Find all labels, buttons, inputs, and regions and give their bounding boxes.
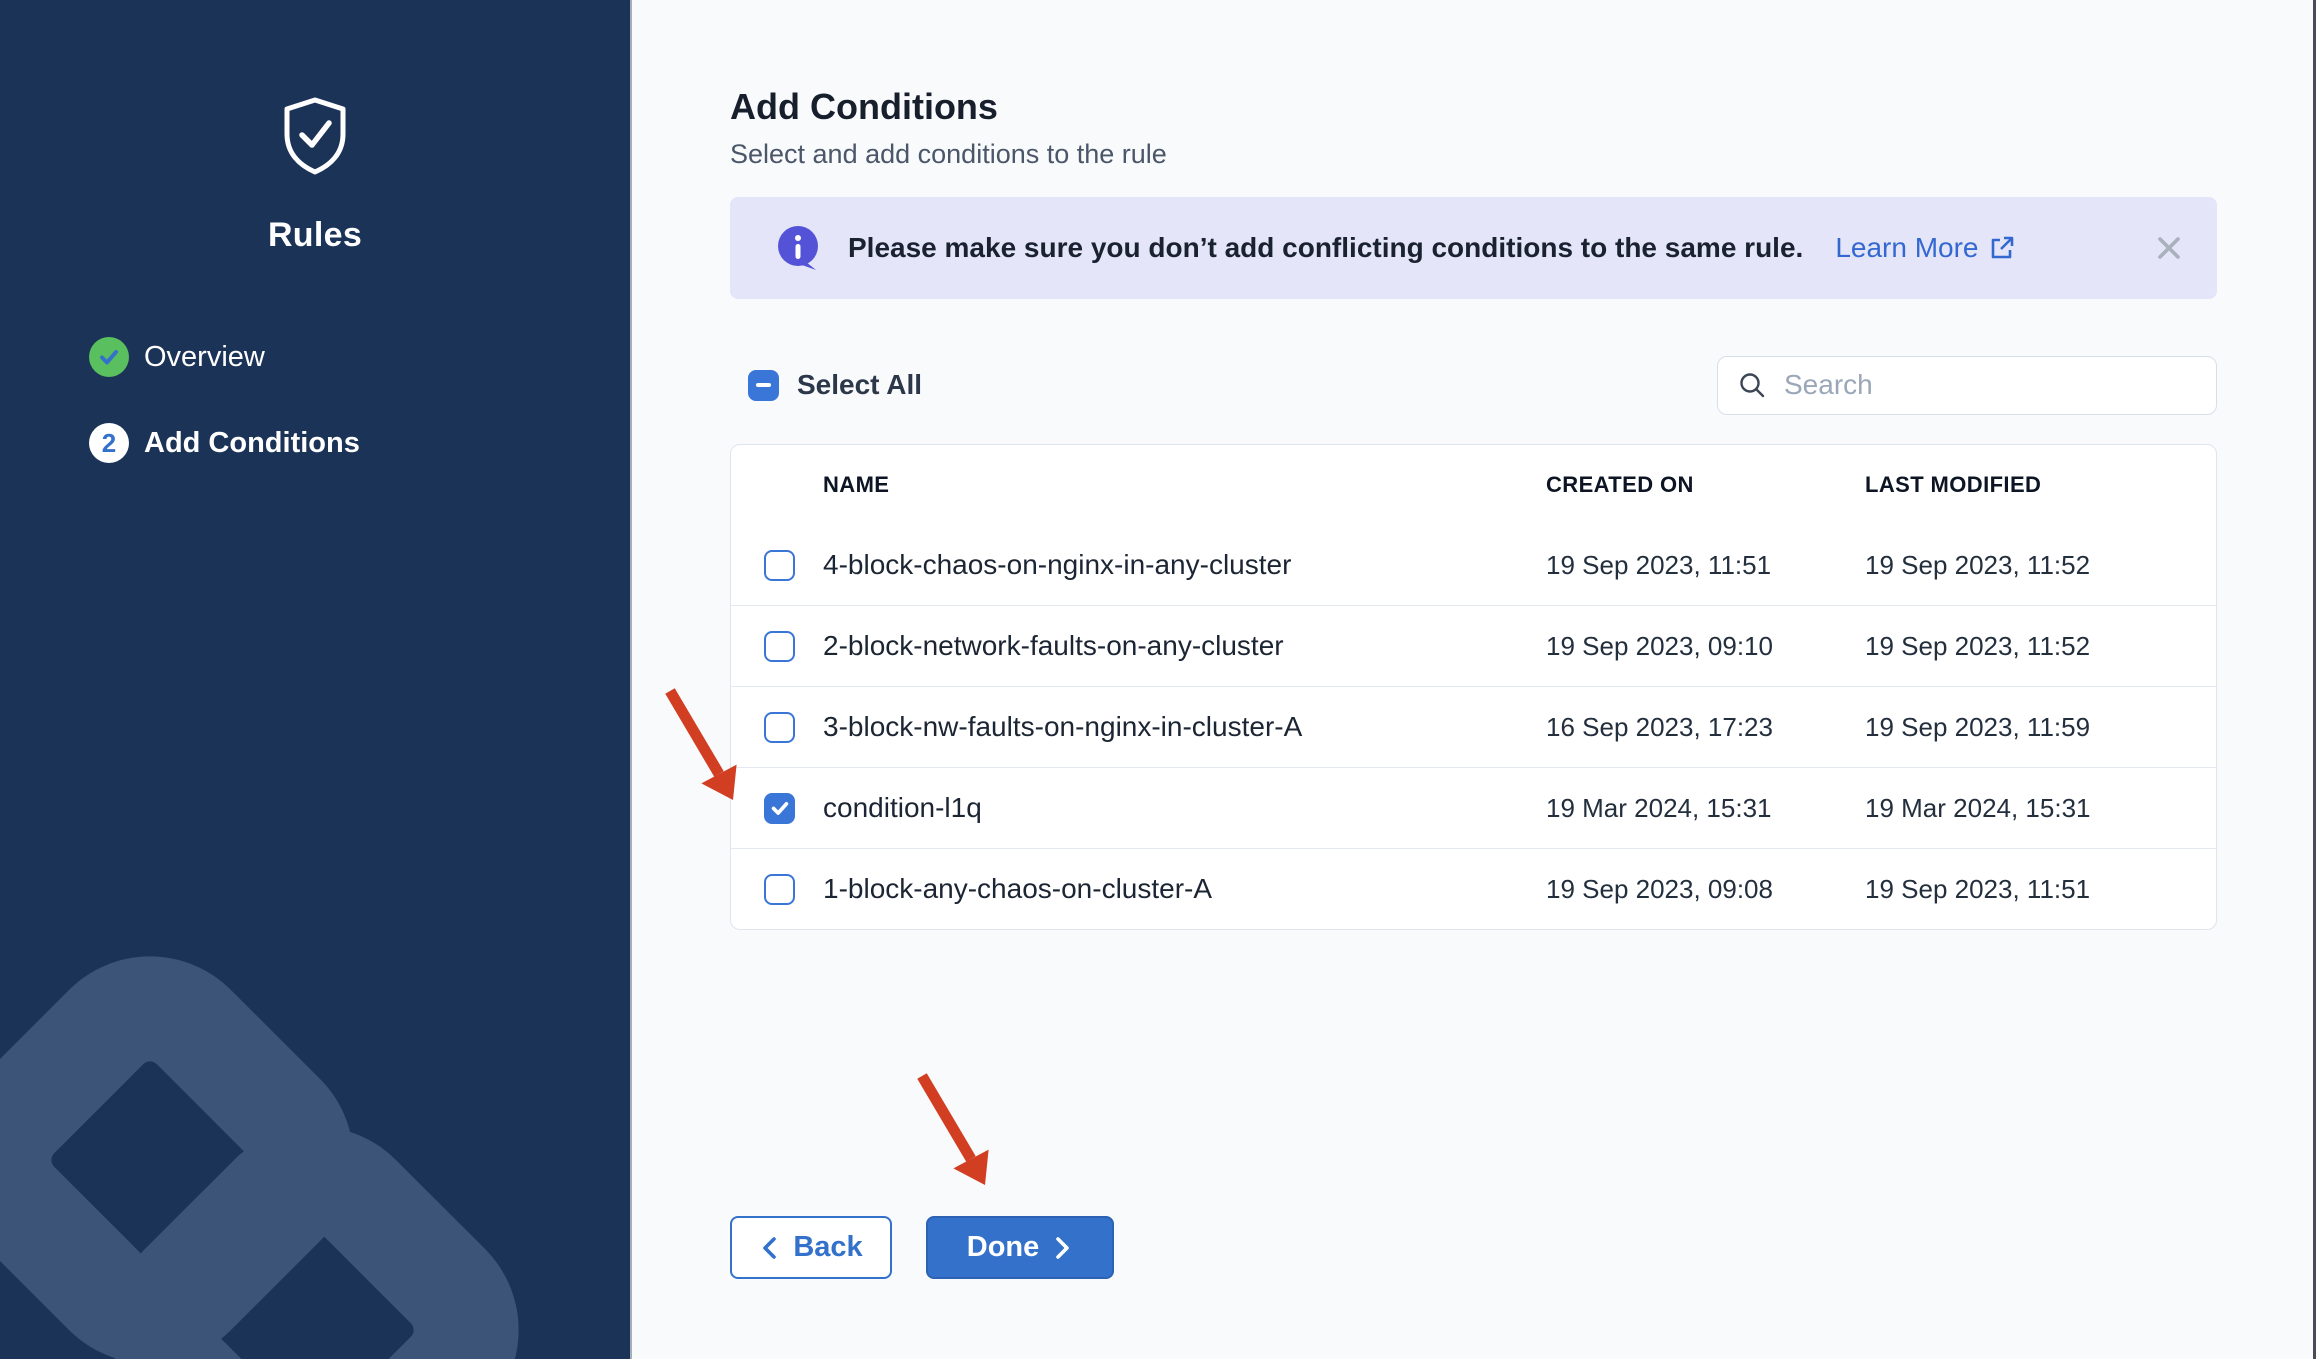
back-button[interactable]: Back [730, 1216, 892, 1279]
info-banner: Please make sure you don’t add conflicti… [730, 197, 2217, 299]
done-button-label: Done [967, 1231, 1040, 1264]
shield-check-icon [281, 96, 349, 176]
select-all-label: Select All [797, 369, 922, 401]
external-link-icon [1989, 235, 2015, 261]
step-overview[interactable]: Overview [89, 337, 630, 377]
row-checkbox[interactable] [764, 712, 795, 743]
learn-more-link[interactable]: Learn More [1835, 232, 2014, 264]
condition-name: 2-block-network-faults-on-any-cluster [823, 630, 1546, 662]
condition-name: condition-l1q [823, 792, 1546, 824]
wizard-sidebar: Rules Overview 2 Add Conditions [0, 0, 632, 1359]
check-icon [769, 797, 791, 819]
select-all-control[interactable]: Select All [748, 369, 922, 401]
table-controls: Select All [730, 355, 2217, 415]
last-modified-value: 19 Mar 2024, 15:31 [1865, 793, 2216, 824]
wizard-footer: Back Done [730, 1216, 1114, 1279]
search-input[interactable] [1782, 368, 2196, 402]
chevron-left-icon [759, 1235, 779, 1261]
table-body: 4-block-chaos-on-nginx-in-any-cluster 19… [731, 525, 2216, 929]
last-modified-value: 19 Sep 2023, 11:52 [1865, 631, 2216, 662]
table-row[interactable]: 2-block-network-faults-on-any-cluster 19… [731, 605, 2216, 686]
info-icon [776, 224, 822, 272]
condition-name: 4-block-chaos-on-nginx-in-any-cluster [823, 549, 1546, 581]
check-icon [97, 345, 121, 369]
column-header-created-on: CREATED ON [1546, 472, 1865, 498]
row-checkbox[interactable] [764, 793, 795, 824]
step-completed-icon [89, 337, 129, 377]
wizard-title: Rules [0, 216, 630, 255]
done-button[interactable]: Done [926, 1216, 1114, 1279]
created-on-value: 19 Mar 2024, 15:31 [1546, 793, 1865, 824]
close-icon [2156, 235, 2182, 261]
row-checkbox[interactable] [764, 874, 795, 905]
select-all-checkbox[interactable] [748, 370, 779, 401]
banner-message: Please make sure you don’t add conflicti… [848, 232, 1803, 264]
created-on-value: 19 Sep 2023, 11:51 [1546, 550, 1865, 581]
main-panel: Add Conditions Select and add conditions… [632, 0, 2313, 1359]
last-modified-value: 19 Sep 2023, 11:52 [1865, 550, 2216, 581]
page-title: Add Conditions [730, 84, 2217, 129]
step-number-badge: 2 [89, 423, 129, 463]
search-icon [1738, 371, 1766, 399]
table-row[interactable]: 4-block-chaos-on-nginx-in-any-cluster 19… [731, 525, 2216, 605]
row-checkbox[interactable] [764, 550, 795, 581]
column-header-name: NAME [823, 472, 1546, 498]
last-modified-value: 19 Sep 2023, 11:59 [1865, 712, 2216, 743]
table-header-row: NAME CREATED ON LAST MODIFIED [731, 445, 2216, 525]
created-on-value: 19 Sep 2023, 09:08 [1546, 874, 1865, 905]
back-button-label: Back [793, 1231, 862, 1264]
table-row[interactable]: 1-block-any-chaos-on-cluster-A 19 Sep 20… [731, 848, 2216, 929]
step-add-conditions[interactable]: 2 Add Conditions [89, 423, 630, 463]
page-subtitle: Select and add conditions to the rule [730, 139, 2217, 170]
table-row[interactable]: 3-block-nw-faults-on-nginx-in-cluster-A … [731, 686, 2216, 767]
learn-more-label: Learn More [1835, 232, 1978, 264]
screen: Rules Overview 2 Add Conditions Add Co [0, 0, 2316, 1359]
step-overview-label: Overview [144, 341, 265, 374]
row-checkbox[interactable] [764, 631, 795, 662]
brand-watermark [0, 809, 632, 1359]
step-add-conditions-label: Add Conditions [144, 427, 360, 460]
condition-name: 3-block-nw-faults-on-nginx-in-cluster-A [823, 711, 1546, 743]
search-box [1717, 356, 2217, 415]
conditions-table: NAME CREATED ON LAST MODIFIED 4-block-ch… [730, 444, 2217, 930]
banner-close-button[interactable] [2151, 230, 2187, 266]
chevron-right-icon [1053, 1235, 1073, 1261]
column-header-last-modified: LAST MODIFIED [1865, 472, 2216, 498]
table-row[interactable]: condition-l1q 19 Mar 2024, 15:31 19 Mar … [731, 767, 2216, 848]
wizard-steps: Overview 2 Add Conditions [89, 337, 630, 463]
last-modified-value: 19 Sep 2023, 11:51 [1865, 874, 2216, 905]
created-on-value: 16 Sep 2023, 17:23 [1546, 712, 1865, 743]
created-on-value: 19 Sep 2023, 09:10 [1546, 631, 1865, 662]
condition-name: 1-block-any-chaos-on-cluster-A [823, 873, 1546, 905]
